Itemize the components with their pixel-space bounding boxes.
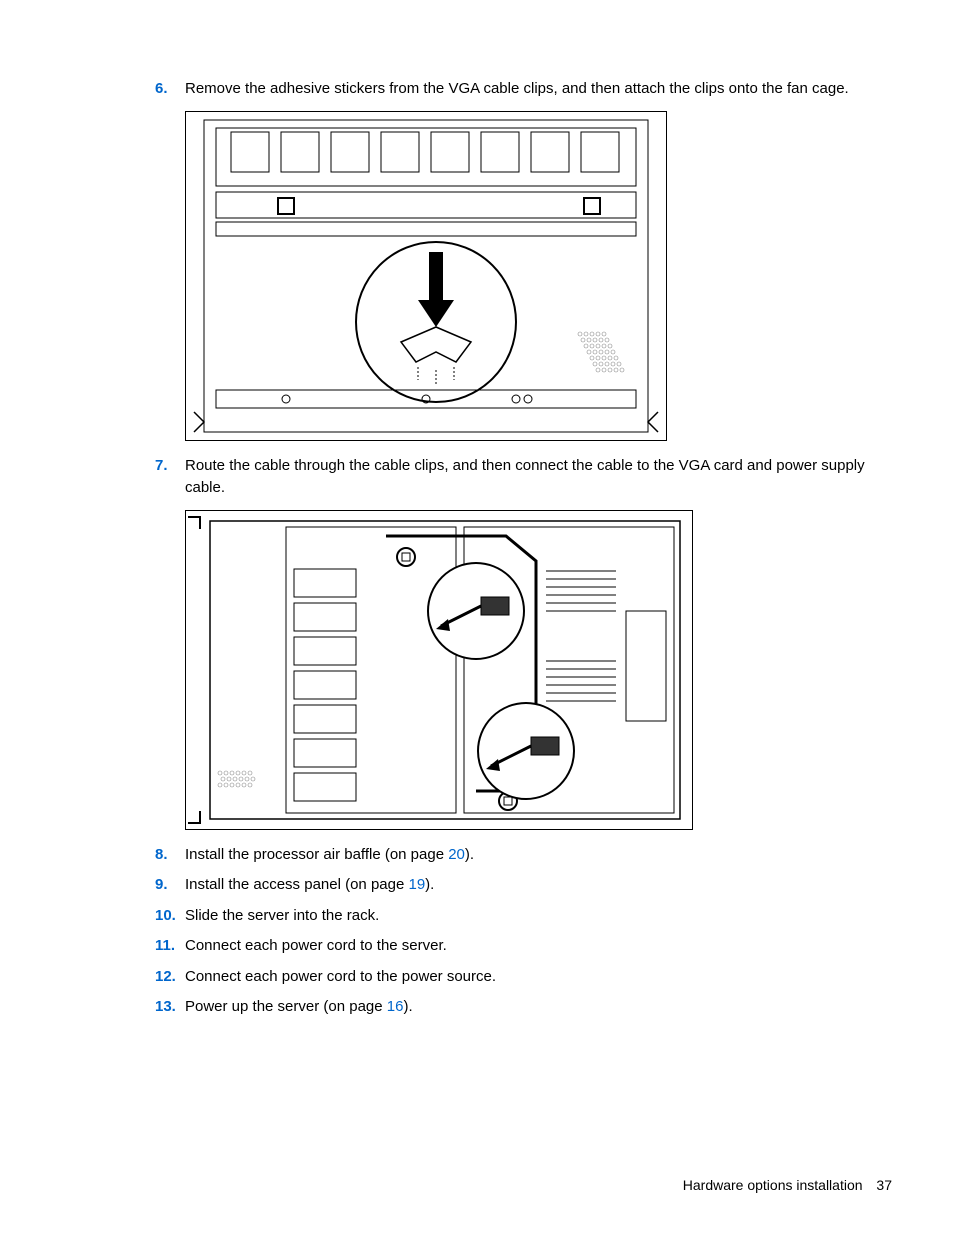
page-content: 6. Remove the adhesive stickers from the… [0,0,954,1019]
step-text: Install the processor air baffle (on pag… [185,844,894,867]
step-number: 9. [155,874,185,897]
step-number: 7. [155,455,185,500]
step-number: 12. [155,966,185,989]
step-number: 10. [155,905,185,928]
step-text: Remove the adhesive stickers from the VG… [185,78,894,101]
text-suffix: ). [465,846,474,863]
step-9: 9. Install the access panel (on page 19)… [155,874,894,897]
step-text: Slide the server into the rack. [185,905,894,928]
step-6: 6. Remove the adhesive stickers from the… [155,78,894,101]
step-text: Install the access panel (on page 19). [185,874,894,897]
step-text: Route the cable through the cable clips,… [185,455,894,500]
text-prefix: Install the access panel (on page [185,876,408,893]
step-number: 13. [155,996,185,1019]
figure-cable-clip-attach [185,111,667,441]
page-link[interactable]: 20 [448,846,465,863]
text-suffix: ). [403,998,412,1015]
step-11: 11. Connect each power cord to the serve… [155,935,894,958]
text-prefix: Install the processor air baffle (on pag… [185,846,448,863]
page-footer: Hardware options installation 37 [683,1177,892,1193]
figure-cable-route-connect [185,510,693,830]
footer-page-number: 37 [876,1177,892,1193]
step-number: 6. [155,78,185,101]
step-8: 8. Install the processor air baffle (on … [155,844,894,867]
step-12: 12. Connect each power cord to the power… [155,966,894,989]
footer-section: Hardware options installation [683,1177,863,1193]
text-prefix: Power up the server (on page [185,998,387,1015]
text-suffix: ). [425,876,434,893]
step-number: 8. [155,844,185,867]
step-7: 7. Route the cable through the cable cli… [155,455,894,500]
step-text: Connect each power cord to the server. [185,935,894,958]
step-text: Power up the server (on page 16). [185,996,894,1019]
step-number: 11. [155,935,185,958]
page-link[interactable]: 16 [387,998,404,1015]
step-text: Connect each power cord to the power sou… [185,966,894,989]
page-link[interactable]: 19 [408,876,425,893]
step-13: 13. Power up the server (on page 16). [155,996,894,1019]
step-10: 10. Slide the server into the rack. [155,905,894,928]
